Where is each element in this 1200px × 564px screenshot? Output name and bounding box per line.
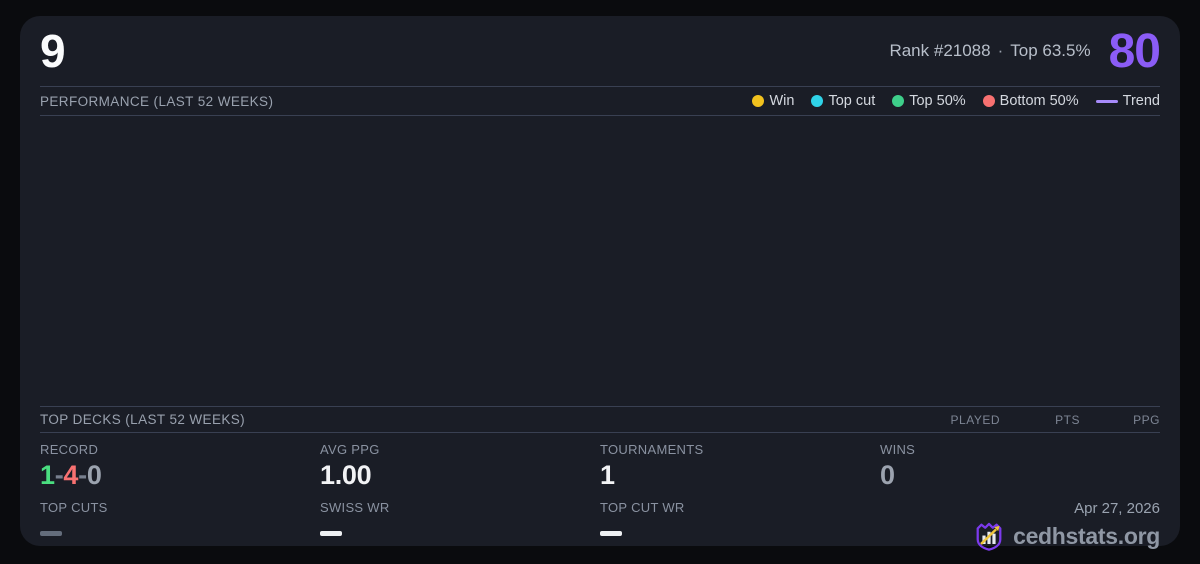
record-draws: 0 [86, 460, 102, 490]
legend-item-win: Win [752, 93, 794, 109]
stat-top-cut-wr-label: TOP CUT WR [600, 500, 685, 515]
legend-item-top-50: Top 50% [892, 93, 966, 109]
column-header-ppg: PPG [1133, 412, 1160, 427]
stat-tournaments-value: 1 [600, 460, 615, 490]
column-header-played: PLAYED [950, 412, 1000, 427]
trend-line-icon [1095, 99, 1118, 103]
card-header: 9 Rank #21088 · Top 63.5% 80 [40, 16, 1161, 86]
top-decks-header-bar: TOP DECKS (LAST 52 WEEKS) PLAYED PTS PPG [40, 406, 1160, 433]
legend-item-bottom-50: Bottom 50% [982, 93, 1079, 109]
record-wins: 1 [40, 460, 55, 490]
top-cut-dot-icon [811, 95, 824, 107]
swiss-wr-placeholder-dash [320, 531, 342, 536]
stat-swiss-wr-label: SWISS WR [320, 500, 390, 515]
rank-score-group: Rank #21088 · Top 63.5% 80 [889, 24, 1161, 79]
stat-avg-ppg-value: 1.00 [320, 460, 372, 490]
legend-item-trend: Trend [1095, 93, 1160, 109]
stat-record-label: RECORD [40, 442, 99, 457]
stat-tournaments-label: TOURNAMENTS [600, 442, 704, 457]
stat-top-cuts-label: TOP CUTS [40, 500, 108, 515]
stats-grid: RECORD 1-4-0 AVG PPG 1.00 TOURNAMENTS 1 … [40, 442, 1160, 552]
performance-section-title: PERFORMANCE (LAST 52 WEEKS) [40, 93, 274, 109]
cedhstats-logo-icon [976, 522, 1002, 551]
stat-wins-label: WINS [880, 442, 916, 457]
separator-dot: · [997, 41, 1004, 60]
player-name: 9 [40, 25, 66, 77]
stat-wins-value: 0 [880, 460, 895, 490]
brand-row: cedhstats.org [973, 520, 1160, 552]
chart-legend: Win Top cut Top 50% Bottom 50% Trend [752, 93, 1160, 109]
legend-label-bottom-50: Bottom 50% [999, 93, 1079, 109]
top-percent-text: Top 63.5% [1010, 41, 1091, 60]
legend-item-top-cut: Top cut [811, 93, 875, 109]
legend-label-top-cut: Top cut [828, 93, 876, 109]
rank-text: Rank #21088 [889, 41, 991, 60]
top-cut-wr-placeholder-dash [600, 531, 622, 536]
column-header-pts: PTS [1055, 412, 1080, 427]
card-footer: Apr 27, 2026 cedhstats.org [880, 500, 1160, 552]
top-decks-column-headers: PLAYED PTS PPG [920, 413, 1160, 427]
record-losses: 4 [63, 460, 79, 490]
stat-avg-ppg: AVG PPG 1.00 [320, 442, 600, 491]
score-value: 80 [1108, 24, 1161, 78]
bottom-50-dot-icon [982, 95, 995, 107]
record-separator-2: - [78, 460, 87, 490]
brand-link[interactable]: cedhstats.org [1013, 523, 1160, 550]
stat-top-cuts: TOP CUTS [40, 500, 320, 552]
rank-line: Rank #21088 · Top 63.5% [889, 41, 1090, 61]
top-50-dot-icon [892, 95, 905, 107]
stat-avg-ppg-label: AVG PPG [320, 442, 380, 457]
stat-record: RECORD 1-4-0 [40, 442, 320, 491]
stat-top-cut-wr: TOP CUT WR [600, 500, 880, 552]
top-decks-section-title: TOP DECKS (LAST 52 WEEKS) [40, 412, 246, 427]
player-stats-card: 9 Rank #21088 · Top 63.5% 80 PERFORMANCE (… [20, 16, 1180, 551]
stat-wins: WINS 0 [880, 442, 1160, 491]
stat-tournaments: TOURNAMENTS 1 [600, 442, 880, 491]
performance-header-bar: PERFORMANCE (LAST 52 WEEKS) Win Top cut … [40, 86, 1160, 116]
legend-label-trend: Trend [1122, 93, 1160, 109]
legend-label-win: Win [769, 93, 795, 109]
performance-chart [40, 116, 1160, 406]
legend-label-top-50: Top 50% [909, 93, 966, 109]
stat-record-value: 1-4-0 [40, 460, 320, 491]
stat-swiss-wr: SWISS WR [320, 500, 600, 552]
top-cuts-placeholder-dash [40, 531, 62, 536]
footer-date: Apr 27, 2026 [1074, 500, 1160, 517]
win-dot-icon [752, 95, 765, 107]
